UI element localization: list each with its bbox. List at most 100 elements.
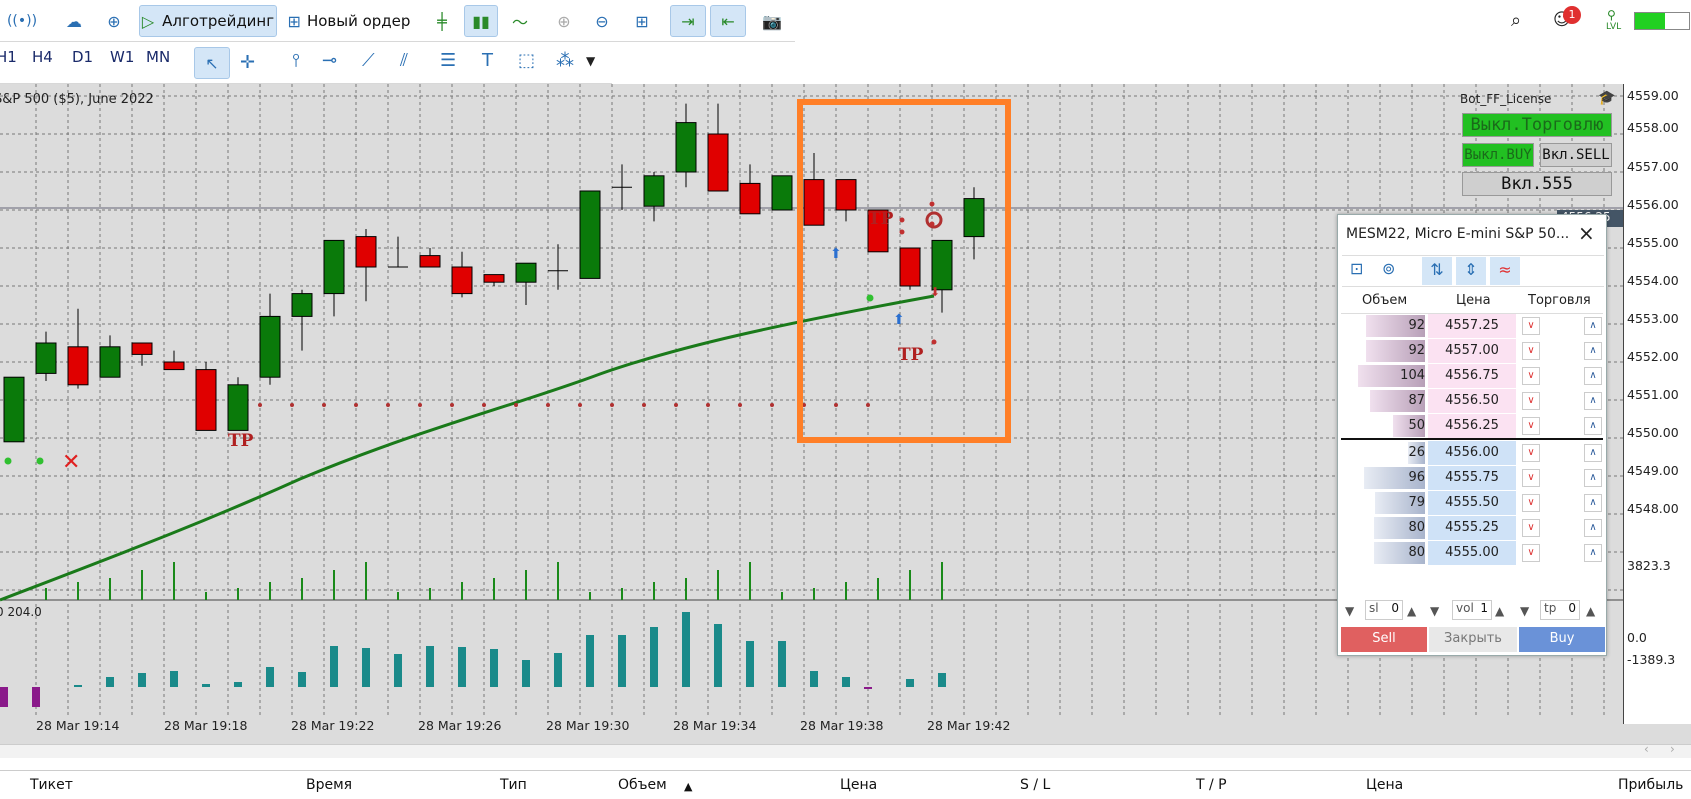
spread-icon[interactable]: ⇕ [1456,257,1486,285]
cursor-icon[interactable]: ↖ [194,47,230,79]
objects-icon[interactable]: ⁂ [556,50,574,71]
tp-down-icon[interactable]: ▼ [1520,604,1535,624]
autoscroll-icon[interactable]: ⇥ [670,5,706,37]
fibonacci-icon[interactable]: ☰ [440,50,456,71]
algotrading-button[interactable]: ▷ Алготрейдинг [139,5,277,37]
dom-row[interactable]: 104 4556.75 ∨ ∧ [1341,364,1603,388]
dom-row[interactable]: 80 4555.25 ∨ ∧ [1341,516,1603,540]
table-header[interactable]: T / P [1196,777,1227,799]
vertical-line-icon[interactable]: ⫯ [292,50,300,71]
sell-limit-chevron-icon[interactable]: ∨ [1522,342,1540,360]
buy-limit-chevron-icon[interactable]: ∧ [1584,444,1602,462]
sell-limit-chevron-icon[interactable]: ∨ [1522,519,1540,537]
dom-row[interactable]: 87 4556.50 ∨ ∧ [1341,389,1603,413]
table-header[interactable]: Время [306,777,352,799]
table-header[interactable]: S / L [1020,777,1050,799]
crosshair-icon[interactable]: ✛ [240,52,255,73]
buy-limit-chevron-icon[interactable]: ∧ [1584,494,1602,512]
dom-price[interactable]: 4556.00 [1428,441,1516,465]
candlestick-icon[interactable]: ▮▮ [464,5,498,37]
scroll-left-icon[interactable]: ‹ [1644,742,1649,756]
sell-limit-chevron-icon[interactable]: ∨ [1522,317,1540,335]
close-position-button[interactable]: Закрыть [1429,627,1517,652]
dom-row[interactable]: 96 4555.75 ∨ ∧ [1341,466,1603,490]
buy-limit-chevron-icon[interactable]: ∧ [1584,417,1602,435]
text-icon[interactable]: T [482,50,493,71]
sl-down-icon[interactable]: ▼ [1345,604,1360,624]
line-chart-icon[interactable]: 〜 [504,5,536,37]
zoom-in-icon[interactable]: ⊕ [548,5,580,37]
bar-chart-icon[interactable]: ╪ [426,5,458,37]
zoom-out-icon[interactable]: ⊖ [586,5,618,37]
timeframe-h4[interactable]: H4 [32,48,53,66]
dom-price[interactable]: 4556.50 [1428,389,1516,413]
screenshot-icon[interactable]: 📷 [756,5,788,37]
cloud-icon[interactable]: ☁ [58,5,90,37]
close-icon[interactable]: × [1578,221,1595,245]
timeframe-d1[interactable]: D1 [72,48,93,66]
sell-limit-chevron-icon[interactable]: ∨ [1522,444,1540,462]
dom-row[interactable]: 26 4556.00 ∨ ∧ [1341,441,1603,465]
ticks-icon[interactable]: ⊚ [1382,259,1395,278]
tp-input[interactable]: tp 0 [1540,600,1580,620]
histogram-icon[interactable]: ≈ [1490,257,1520,285]
table-header[interactable]: Цена [840,777,877,799]
table-header[interactable]: Прибыль [1618,777,1683,799]
globe-add-icon[interactable]: ⊕ [98,5,130,37]
buy-limit-chevron-icon[interactable]: ∧ [1584,392,1602,410]
vol-input[interactable]: vol 1 [1452,600,1492,620]
dom-price[interactable]: 4557.25 [1428,314,1516,338]
shapes-icon[interactable]: ⬚ [518,50,535,71]
vol-down-icon[interactable]: ▼ [1430,604,1445,624]
sell-limit-chevron-icon[interactable]: ∨ [1522,494,1540,512]
dom-view-icon[interactable]: ⇅ [1422,257,1452,285]
timeframe-w1[interactable]: W1 [110,48,134,66]
sell-limit-chevron-icon[interactable]: ∨ [1522,417,1540,435]
dom-row[interactable]: 50 4556.25 ∨ ∧ [1341,414,1603,438]
buy-limit-chevron-icon[interactable]: ∧ [1584,317,1602,335]
timeframe-h1[interactable]: H1 [0,48,17,66]
chevron-down-icon[interactable]: ▼ [586,54,595,68]
trend-line-icon[interactable]: ⟋ [362,50,375,71]
dom-price[interactable]: 4557.00 [1428,339,1516,363]
buy-limit-chevron-icon[interactable]: ∧ [1584,342,1602,360]
sell-limit-chevron-icon[interactable]: ∨ [1522,392,1540,410]
dom-price[interactable]: 4555.50 [1428,491,1516,515]
horizontal-line-icon[interactable]: ⊸ [322,50,337,71]
dom-price[interactable]: 4555.00 [1428,541,1516,565]
dom-row[interactable]: 92 4557.25 ∨ ∧ [1341,314,1603,338]
buy-limit-chevron-icon[interactable]: ∧ [1584,469,1602,487]
table-header[interactable]: Цена [1366,777,1403,799]
sell-limit-chevron-icon[interactable]: ∨ [1522,367,1540,385]
sort-asc-icon[interactable]: ▲ [684,780,692,793]
buy-limit-chevron-icon[interactable]: ∧ [1584,367,1602,385]
vol-up-icon[interactable]: ▲ [1495,604,1510,624]
sl-input[interactable]: sl 0 [1365,600,1403,620]
buy-off-button[interactable]: Выкл.BUY [1462,143,1534,167]
sell-on-button[interactable]: Вкл.SELL [1540,143,1612,167]
dom-row[interactable]: 80 4555.00 ∨ ∧ [1341,541,1603,565]
new-order-button[interactable]: ⊞ Новый ордер [284,5,414,37]
chart-shift-icon[interactable]: ⇤ [710,5,746,37]
dom-price[interactable]: 4556.75 [1428,364,1516,388]
chart-view-icon[interactable]: ⊡ [1350,259,1363,278]
dom-row[interactable]: 92 4557.00 ∨ ∧ [1341,339,1603,363]
table-header[interactable]: Объем [618,777,667,799]
signal-icon[interactable]: ((•)) [6,5,38,37]
dom-price[interactable]: 4555.75 [1428,466,1516,490]
trade-off-button[interactable]: Выкл.Торговлю [1462,113,1612,137]
table-header[interactable]: Тип [500,777,527,799]
buy-limit-chevron-icon[interactable]: ∧ [1584,544,1602,562]
sell-limit-chevron-icon[interactable]: ∨ [1522,544,1540,562]
dom-price[interactable]: 4556.25 [1428,414,1516,438]
sell-limit-chevron-icon[interactable]: ∨ [1522,469,1540,487]
on-555-button[interactable]: Вкл.555 [1462,172,1612,196]
sell-button[interactable]: Sell [1341,627,1427,652]
channel-icon[interactable]: ⫽ [400,50,408,71]
timeframe-mn[interactable]: MN [146,48,170,66]
search-icon[interactable]: ⌕ [1511,10,1521,31]
dom-price[interactable]: 4555.25 [1428,516,1516,540]
tp-up-icon[interactable]: ▲ [1586,604,1601,624]
grid-icon[interactable]: ⊞ [626,5,658,37]
dom-row[interactable]: 79 4555.50 ∨ ∧ [1341,491,1603,515]
